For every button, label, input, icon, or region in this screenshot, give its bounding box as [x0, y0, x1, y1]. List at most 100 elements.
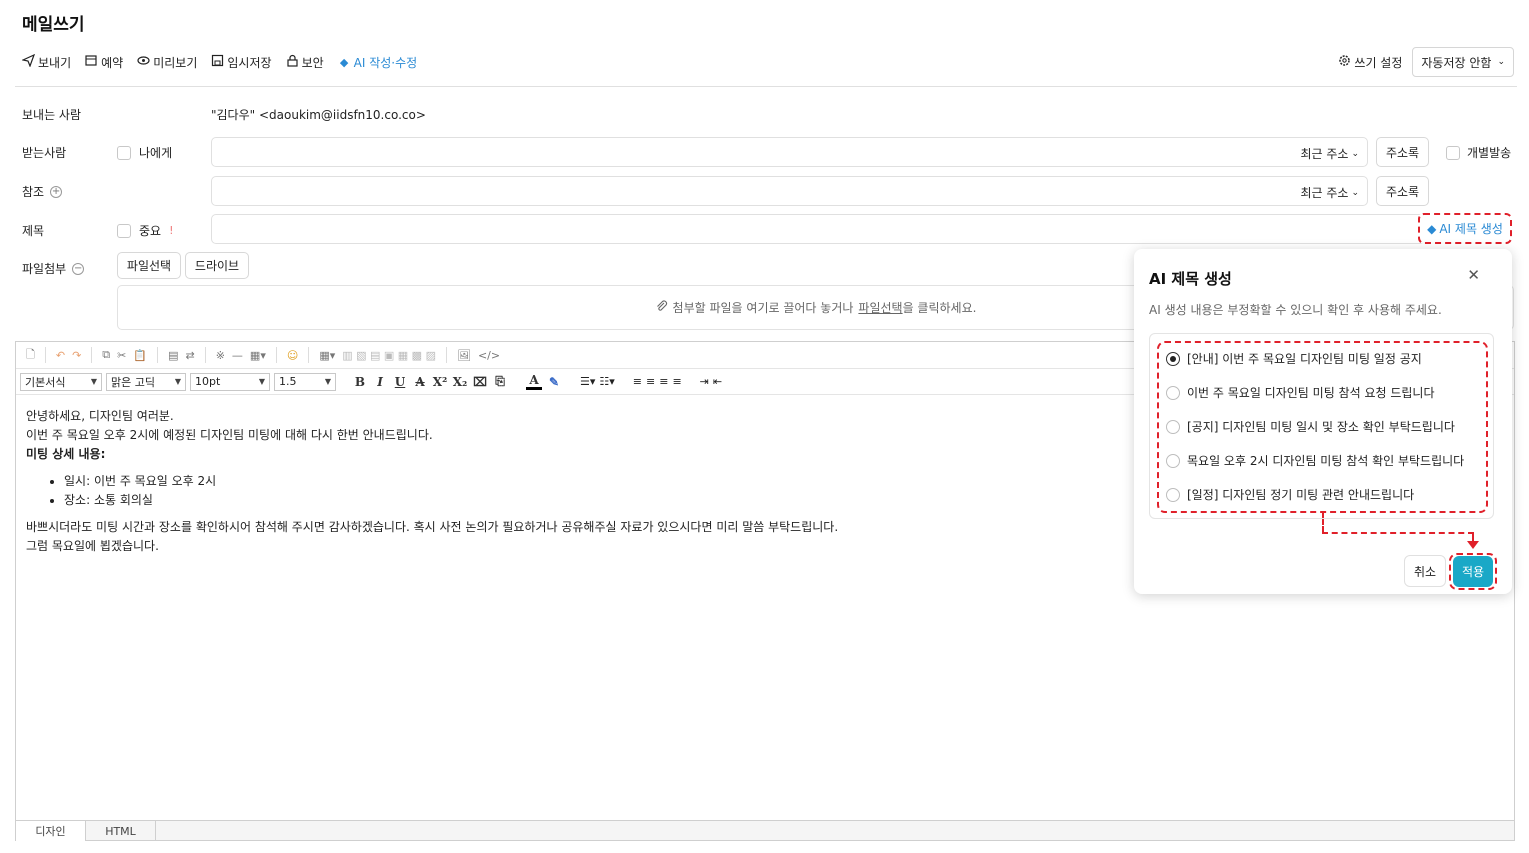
font-select[interactable]: 맑은 고딕 ▼	[106, 372, 186, 391]
superscript-icon[interactable]: X²	[432, 375, 448, 389]
popup-subtitle: AI 생성 내용은 부정확할 수 있으니 확인 후 사용해 주세요.	[1149, 303, 1442, 317]
line-height-select[interactable]: 1.5 ▼	[274, 372, 336, 391]
cc-input[interactable]: 최근 주소 ⌄	[211, 176, 1368, 206]
horizontal-rule-icon[interactable]: —	[232, 349, 243, 362]
layout-icon[interactable]: ▦▾	[250, 349, 266, 362]
find-icon[interactable]: ▤	[168, 349, 178, 362]
subject-option[interactable]: [공지] 디자인팀 미팅 일시 및 장소 확인 부탁드립니다	[1166, 418, 1455, 435]
eye-icon	[137, 54, 150, 70]
subject-option[interactable]: 목요일 오후 2시 디자인팀 미팅 참석 확인 부탁드립니다	[1166, 452, 1464, 469]
sparkle-icon: ◆	[1427, 221, 1437, 236]
underline-icon[interactable]: U	[392, 375, 408, 389]
style-select[interactable]: 기본서식 ▼	[20, 372, 102, 391]
table-icon[interactable]: ▦▾	[319, 349, 335, 362]
radio-selected[interactable]	[1166, 351, 1180, 366]
individual-send-checkbox[interactable]: 개별발송	[1446, 144, 1511, 161]
popup-title: AI 제목 생성	[1149, 270, 1232, 288]
checkbox[interactable]	[117, 145, 131, 160]
dropdown-arrow-icon: ▼	[324, 377, 331, 386]
ai-edit-button[interactable]: ◆ AI 작성·수정	[338, 54, 417, 71]
preview-button[interactable]: 미리보기	[137, 54, 197, 71]
sparkle-icon: ◆	[339, 55, 349, 69]
code-icon[interactable]: </>	[478, 349, 500, 362]
bold-icon[interactable]: B	[352, 375, 368, 389]
subscript-icon[interactable]: X₂	[452, 375, 468, 389]
schedule-button[interactable]: 예약	[85, 54, 123, 71]
file-select-button[interactable]: 파일선택	[117, 252, 181, 279]
ai-subject-generate-button[interactable]: ◆ AI 제목 생성	[1418, 213, 1512, 244]
recent-address-dropdown[interactable]: 최근 주소 ⌄	[1300, 145, 1359, 162]
address-book-button[interactable]: 주소록	[1376, 137, 1429, 167]
subject-input[interactable]	[211, 214, 1511, 244]
important-checkbox[interactable]: 중요 !	[117, 222, 174, 239]
table-tools-icon[interactable]: ▥ ▧ ▤ ▣ ▦ ▩ ▨	[342, 349, 436, 362]
replace-icon[interactable]: ⇄	[185, 349, 194, 362]
align-left-icon[interactable]: ≡	[633, 375, 642, 388]
radio[interactable]	[1166, 453, 1180, 468]
top-right-controls: 쓰기 설정 자동저장 안함 ⌄	[1338, 47, 1514, 77]
font-size-select[interactable]: 10pt ▼	[190, 372, 270, 391]
undo-icon[interactable]: ↶	[56, 349, 65, 362]
address-book-button[interactable]: 주소록	[1376, 176, 1429, 206]
clear-format-icon[interactable]: ⌧	[472, 375, 488, 389]
align-center-icon[interactable]: ≡	[646, 375, 655, 388]
radio[interactable]	[1166, 487, 1180, 502]
ordered-list-icon[interactable]: ☰▾	[580, 375, 595, 388]
close-icon[interactable]: ✕	[1467, 266, 1480, 284]
indent-icon[interactable]: ⇥	[700, 375, 709, 388]
checkbox[interactable]	[117, 223, 131, 238]
unordered-list-icon[interactable]: ☷▾	[599, 375, 614, 388]
highlight-color-icon[interactable]: ✎	[546, 375, 562, 389]
security-button[interactable]: 보안	[286, 54, 324, 71]
subject-option[interactable]: 이번 주 목요일 디자인팀 미팅 참석 요청 드립니다	[1166, 384, 1435, 401]
align-right-icon[interactable]: ≡	[659, 375, 668, 388]
exclamation-icon: !	[169, 224, 174, 237]
image-icon[interactable]: 🖼	[457, 349, 471, 362]
new-document-icon[interactable]: 🗋	[26, 346, 35, 365]
italic-icon[interactable]: I	[372, 375, 388, 389]
strikethrough-icon[interactable]: A	[412, 375, 428, 389]
lock-icon	[286, 54, 299, 70]
subject-option[interactable]: [안내] 이번 주 목요일 디자인팀 미팅 일정 공지	[1166, 350, 1422, 367]
send-button[interactable]: 보내기	[21, 53, 71, 71]
ai-subject-popup: AI 제목 생성 ✕ AI 생성 내용은 부정확할 수 있으니 확인 후 사용해…	[1134, 249, 1512, 594]
arrow-head-icon	[1467, 541, 1479, 549]
to-me-checkbox[interactable]: 나에게	[117, 144, 172, 161]
drive-button[interactable]: 드라이브	[185, 252, 249, 279]
draft-save-button[interactable]: 임시저장	[211, 54, 272, 71]
font-color-icon[interactable]: A	[526, 373, 542, 390]
file-select-link[interactable]: 파일선택	[858, 299, 902, 316]
minus-circle-icon[interactable]: −	[72, 262, 85, 275]
write-settings-button[interactable]: 쓰기 설정	[1338, 54, 1402, 71]
checkbox[interactable]	[1446, 145, 1460, 160]
plus-circle-icon[interactable]: +	[50, 185, 63, 198]
emoji-icon[interactable]: ☺	[287, 349, 298, 362]
redo-icon[interactable]: ↷	[72, 349, 81, 362]
divider	[15, 86, 1517, 87]
cc-label: 참조 +	[22, 185, 63, 199]
sender-value: "김다우" <daoukim@iidsfn10.co.co>	[211, 108, 426, 122]
paste-icon[interactable]: 📋	[133, 349, 147, 362]
cut-icon[interactable]: ✂	[117, 349, 126, 362]
recipient-input[interactable]: 최근 주소 ⌄	[211, 137, 1368, 167]
calendar-clock-icon	[85, 54, 98, 70]
cancel-button[interactable]: 취소	[1404, 555, 1446, 587]
arrow-connector	[1322, 512, 1324, 532]
radio[interactable]	[1166, 385, 1180, 400]
apply-button[interactable]: 적용	[1453, 556, 1493, 587]
tab-design[interactable]: 디자인	[16, 821, 86, 841]
outdent-icon[interactable]: ⇤	[713, 375, 722, 388]
gear-icon	[1338, 54, 1351, 70]
paperclip-icon	[655, 299, 668, 316]
tab-html[interactable]: HTML	[86, 821, 156, 841]
copy-icon[interactable]: ⧉	[102, 348, 110, 362]
format-painter-icon[interactable]: ⎘	[492, 374, 508, 389]
chevron-down-icon: ⌄	[1351, 148, 1359, 159]
radio[interactable]	[1166, 419, 1180, 434]
autosave-select[interactable]: 자동저장 안함 ⌄	[1412, 47, 1514, 77]
recent-address-dropdown[interactable]: 최근 주소 ⌄	[1300, 184, 1359, 201]
align-justify-icon[interactable]: ≡	[672, 375, 681, 388]
special-char-icon[interactable]: ※	[216, 349, 225, 362]
subject-option[interactable]: [일정] 디자인팀 정기 미팅 관련 안내드립니다	[1166, 486, 1414, 503]
compose-toolbar: 보내기 예약 미리보기 임시저장 보안 ◆ AI 작성·수정	[21, 52, 417, 72]
